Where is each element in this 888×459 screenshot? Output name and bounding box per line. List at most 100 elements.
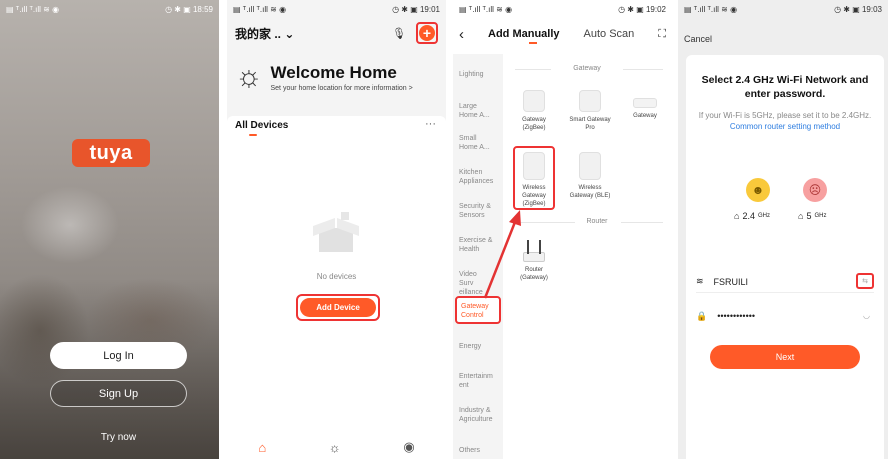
device-router-gateway[interactable]: Router (Gateway) xyxy=(512,240,556,282)
category-item[interactable]: Industry & Agriculture xyxy=(453,406,503,424)
box-cube xyxy=(341,212,349,220)
section-divider xyxy=(623,69,663,70)
router-setting-link[interactable]: Common router setting method xyxy=(730,122,840,131)
category-list: Lighting Large Home A... Small Home A...… xyxy=(453,54,503,459)
device-gateway[interactable]: Gateway xyxy=(623,90,667,120)
router-icon: ⌂ xyxy=(798,211,804,221)
status-bar: ▤ ᵀ.ıll ᵀ.ıll ≋ ◉ ◷ ✱ ▣ 19:03 xyxy=(678,0,888,18)
band-24-unit: GHz xyxy=(757,213,770,219)
switch-network-icon[interactable]: ⇆ xyxy=(856,273,874,289)
scan-icon[interactable]: ⛶ xyxy=(658,28,666,41)
category-item[interactable]: Exercise & Health xyxy=(453,236,503,254)
wifi-setup-screen: ▤ ᵀ.ıll ᵀ.ıll ≋ ◉ ◷ ✱ ▣ 19:03 Cancel Sel… xyxy=(678,0,888,459)
status-time: ◷ ✱ ▣ 19:03 xyxy=(834,4,882,14)
device-wireless-gateway-zigbee[interactable]: Wireless Gateway (ZigBee) xyxy=(512,152,556,208)
add-highlight-box: + xyxy=(416,22,438,44)
add-device-button[interactable]: Add Device xyxy=(300,298,376,317)
status-icons: ▤ ᵀ.ıll ᵀ.ıll ≋ ◉ xyxy=(684,4,738,14)
password-field[interactable]: •••••••••••• xyxy=(717,311,755,321)
add-device-highlight: Add Device xyxy=(296,294,380,321)
signup-button[interactable]: Sign Up xyxy=(50,380,187,407)
status-time: ◷ ✱ ▣ 19:01 xyxy=(392,4,440,14)
wifi-ssid-row[interactable]: ≋ FSRUILI ⇆ xyxy=(696,271,874,293)
section-divider xyxy=(515,222,575,223)
category-item[interactable]: Video Surv eillance xyxy=(453,270,499,297)
category-item[interactable]: Security & Sensors xyxy=(453,202,503,220)
home-selector[interactable]: 我的家 .. ⌄ xyxy=(235,25,294,42)
login-screen: ▤ ᵀ.ıll ᵀ.ıll ≋ ◉ ◷ ✱ ▣ 18:59 tuya Log I… xyxy=(0,0,219,459)
device-wireless-gateway-ble[interactable]: Wireless Gateway (BLE) xyxy=(568,152,612,200)
tab-underline xyxy=(529,42,537,44)
sun-icon: ☼ xyxy=(235,60,263,93)
tab-all-devices[interactable]: All Devices xyxy=(235,116,288,131)
no-devices-text: No devices xyxy=(316,272,357,281)
wifi-ssid: FSRUILI xyxy=(713,276,749,287)
devices-panel: All Devices ··· No devices Add Device xyxy=(227,116,446,456)
category-active-highlight: Gateway Control xyxy=(455,296,501,324)
home-screen: ▤ ᵀ.ıll ᵀ.ıll ≋ ◉ ◷ ✱ ▣ 19:01 我的家 .. ⌄ 🎙… xyxy=(227,0,446,459)
wifi-hint: If your Wi-Fi is 5GHz, please set it to … xyxy=(698,111,872,120)
category-item-active[interactable]: Gateway Control xyxy=(457,298,499,320)
more-icon[interactable]: ··· xyxy=(425,118,436,130)
status-time: ◷ ✱ ▣ 18:59 xyxy=(165,4,213,14)
section-header-gateway: Gateway xyxy=(573,65,601,72)
header-actions: 🎙 + xyxy=(392,22,438,44)
microphone-icon[interactable]: 🎙 xyxy=(392,27,406,40)
band-5-label: 5 xyxy=(806,211,812,221)
back-icon[interactable]: ‹ xyxy=(459,26,464,43)
band-24-label: 2.4 xyxy=(742,211,755,221)
wireless-gateway-icon xyxy=(579,152,601,180)
section-header-router: Router xyxy=(586,218,608,225)
router-icon: ⌂ xyxy=(734,211,740,221)
status-bar: ▤ ᵀ.ıll ᵀ.ıll ≋ ◉ ◷ ✱ ▣ 18:59 xyxy=(0,0,219,18)
band-5-unit: GHz xyxy=(814,213,827,219)
lock-icon: 🔒 xyxy=(696,310,708,321)
scene-tab-icon[interactable]: ☼ xyxy=(329,440,341,455)
category-item[interactable]: Others xyxy=(453,446,486,455)
device-smart-gateway-pro[interactable]: Smart Gateway Pro xyxy=(568,90,612,132)
device-label: Wireless Gateway (BLE) xyxy=(569,185,611,199)
wifi-password-row[interactable]: 🔒 •••••••••••• ◡ xyxy=(696,305,874,327)
welcome-title: Welcome Home xyxy=(270,62,397,82)
welcome-subtitle: Set your home location for more informat… xyxy=(270,84,413,92)
happy-face-icon: ☻ xyxy=(746,178,770,202)
add-device-screen: ▤ ᵀ.ıll ᵀ.ıll ≋ ◉ ◷ ✱ ▣ 19:02 ‹ Add Manu… xyxy=(453,0,672,459)
try-now-link[interactable]: Try now xyxy=(50,432,187,443)
profile-tab-icon[interactable]: ◉ xyxy=(403,439,414,455)
band-5ghz: ⌂ 5 GHz xyxy=(798,211,826,221)
device-label: Wireless Gateway (ZigBee) xyxy=(522,185,546,207)
gateway-device-icon xyxy=(579,90,601,112)
status-time: ◷ ✱ ▣ 19:02 xyxy=(618,4,666,14)
tuya-logo: tuya xyxy=(72,139,150,167)
category-item[interactable]: Kitchen Appliances xyxy=(453,168,503,186)
wifi-card: Select 2.4 GHz Wi-Fi Network and enter p… xyxy=(686,55,884,459)
show-password-icon[interactable]: ◡ xyxy=(863,311,870,320)
category-item[interactable]: Large Home A... xyxy=(453,102,499,120)
login-button[interactable]: Log In xyxy=(50,342,187,369)
gateway-device-icon xyxy=(633,98,657,108)
bottom-tab-bar: ⌂ ☼ ◉ xyxy=(227,435,446,459)
device-label: Gateway (ZigBee) xyxy=(522,117,546,131)
section-divider xyxy=(621,222,663,223)
add-device-header: ‹ Add Manually Auto Scan ⛶ xyxy=(459,22,666,46)
wifi-icon: ≋ xyxy=(696,276,704,286)
wireless-gateway-icon xyxy=(523,152,545,180)
device-label: Smart Gateway Pro xyxy=(569,117,611,131)
device-label: Gateway xyxy=(633,113,657,119)
cancel-button[interactable]: Cancel xyxy=(684,34,712,44)
band-24ghz: ⌂ 2.4 GHz xyxy=(734,211,770,221)
tab-add-manually[interactable]: Add Manually xyxy=(488,28,560,40)
tab-auto-scan[interactable]: Auto Scan xyxy=(584,28,635,40)
add-plus-button[interactable]: + xyxy=(419,25,435,41)
status-bar: ▤ ᵀ.ıll ᵀ.ıll ≋ ◉ ◷ ✱ ▣ 19:02 xyxy=(453,0,672,18)
category-item[interactable]: Small Home A... xyxy=(453,134,499,152)
category-item[interactable]: Energy xyxy=(453,342,487,351)
welcome-banner[interactable]: ☼ Welcome Home Set your home location fo… xyxy=(235,62,438,92)
device-gateway-zigbee[interactable]: Gateway (ZigBee) xyxy=(512,90,556,132)
category-item[interactable]: Entertainm ent xyxy=(453,372,499,390)
next-button[interactable]: Next xyxy=(710,345,860,369)
status-icons: ▤ ᵀ.ıll ᵀ.ıll ≋ ◉ xyxy=(459,4,513,14)
gateway-device-icon xyxy=(523,90,545,112)
home-tab-icon[interactable]: ⌂ xyxy=(258,440,266,455)
category-item[interactable]: Lighting xyxy=(453,70,490,79)
